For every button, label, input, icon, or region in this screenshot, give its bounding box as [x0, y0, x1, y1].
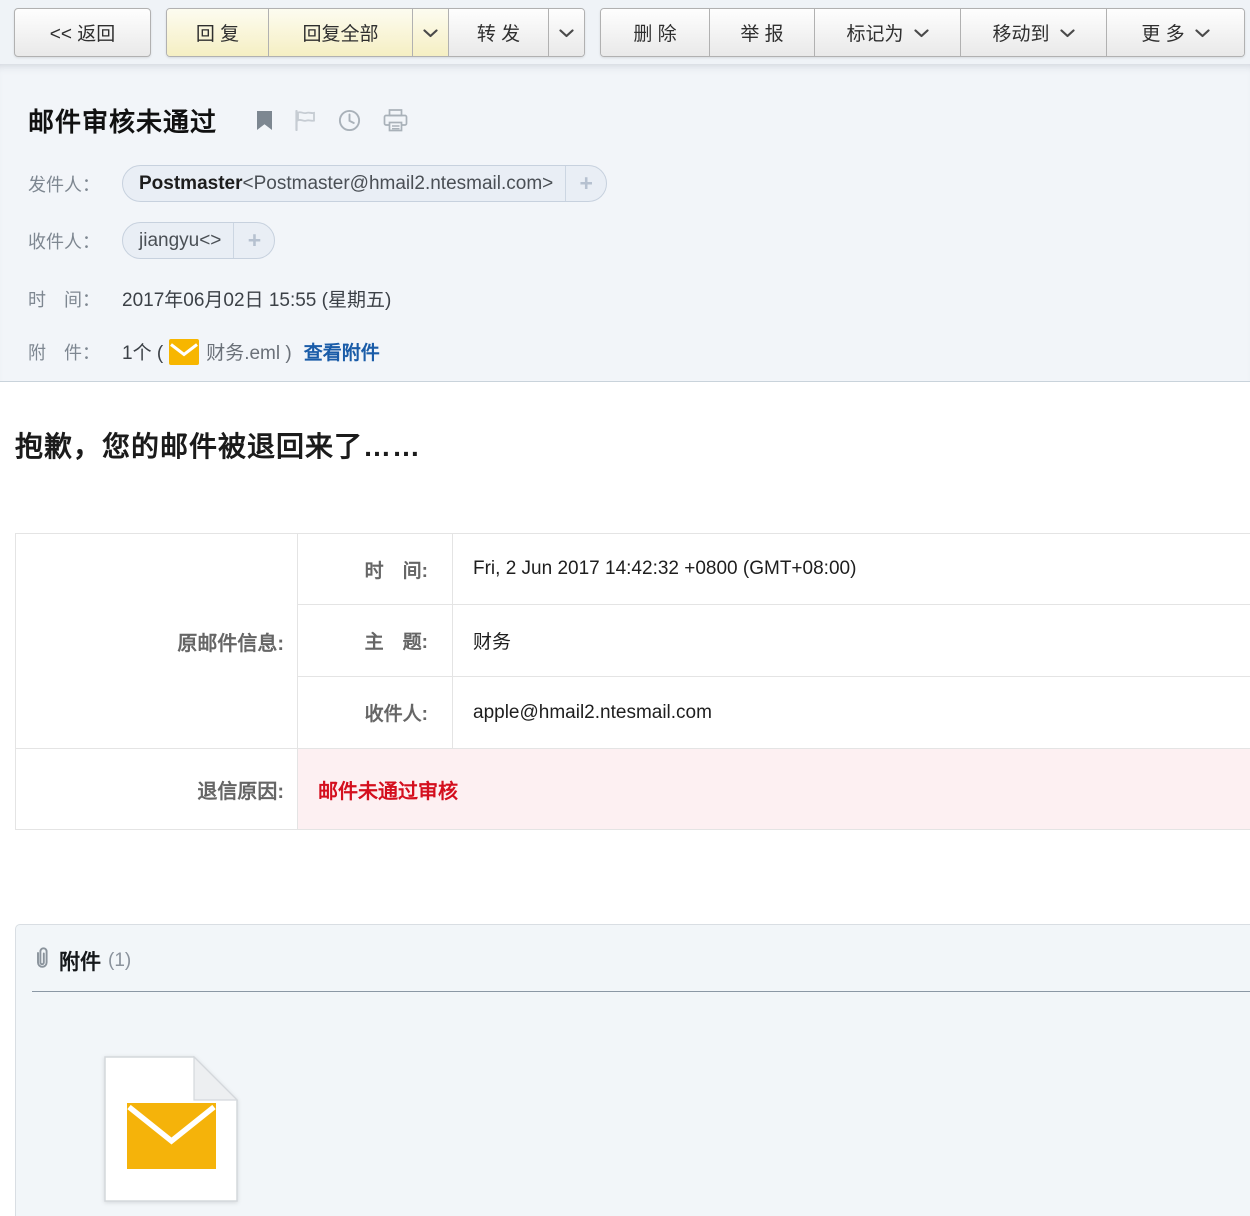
reply-all-button[interactable]: 回复全部 [268, 9, 412, 56]
from-contact-chip[interactable]: Postmaster <Postmaster@hmail2.ntesmail.c… [122, 165, 607, 202]
reply-forward-button-group: 回 复 回复全部 转 发 [166, 8, 585, 57]
reply-all-dropdown-button[interactable] [412, 9, 448, 56]
attachments-title: 附件 [59, 946, 101, 976]
table-row-value: Fri, 2 Jun 2017 14:42:32 +0800 (GMT+08:0… [453, 534, 1250, 605]
delete-button[interactable]: 删 除 [601, 9, 709, 56]
chevron-down-icon [1195, 22, 1210, 44]
table-row-label: 收件人: [298, 677, 453, 749]
original-mail-group-label: 原邮件信息: [16, 534, 298, 749]
bookmark-icon[interactable] [257, 111, 272, 130]
forward-button[interactable]: 转 发 [448, 9, 548, 56]
move-to-button[interactable]: 移动到 [960, 9, 1106, 56]
report-button[interactable]: 举 报 [709, 9, 814, 56]
table-row-label: 时 间: [298, 534, 453, 605]
mail-subject: 邮件审核未通过 [28, 102, 217, 139]
chevron-down-icon [914, 22, 929, 44]
attachment-file-card[interactable] [104, 1056, 238, 1207]
attachment-label: 附 件： [28, 339, 122, 365]
chevron-down-icon [423, 22, 438, 44]
mail-body: 抱歉，您的邮件被退回来了…… 原邮件信息: 时 间: Fri, 2 Jun 20… [0, 425, 1250, 1216]
to-label: 收件人： [28, 228, 122, 254]
attachments-count: (1) [108, 950, 131, 972]
add-contact-button[interactable]: + [234, 227, 274, 254]
table-row-value: 财务 [453, 605, 1250, 677]
add-contact-button[interactable]: + [566, 170, 606, 197]
mark-as-button[interactable]: 标记为 [814, 9, 960, 56]
chevron-down-icon [1060, 22, 1075, 44]
bounce-heading: 抱歉，您的邮件被退回来了…… [15, 425, 1250, 465]
time-value: 2017年06月02日 15:55 (星期五) [122, 285, 391, 312]
attachment-count-prefix: 1个 ( [122, 338, 163, 365]
back-button[interactable]: << 返回 [14, 8, 151, 57]
to-contact-chip[interactable]: jiangyu<> + [122, 222, 275, 259]
attachment-filename: 财务.eml ) [206, 338, 292, 365]
from-address: <Postmaster@hmail2.ntesmail.com> [243, 173, 554, 195]
move-to-label: 移动到 [992, 19, 1049, 46]
table-row-value: apple@hmail2.ntesmail.com [453, 677, 1250, 749]
clock-icon[interactable] [338, 109, 361, 132]
mail-toolbar: << 返回 回 复 回复全部 转 发 删 除 举 报 标记为 移动到 [0, 0, 1250, 64]
table-row-label: 主 题: [298, 605, 453, 677]
flag-icon[interactable] [294, 110, 316, 131]
eml-file-envelope-icon [104, 1189, 238, 1206]
forward-dropdown-button[interactable] [548, 9, 584, 56]
reply-button[interactable]: 回 复 [167, 9, 268, 56]
more-button[interactable]: 更 多 [1106, 9, 1244, 56]
view-attachment-link[interactable]: 查看附件 [304, 338, 380, 365]
original-mail-info-table: 原邮件信息: 时 间: Fri, 2 Jun 2017 14:42:32 +08… [15, 533, 1250, 830]
from-label: 发件人： [28, 171, 122, 197]
attachments-section: 附件 (1) [15, 924, 1250, 1216]
chevron-down-icon [559, 22, 574, 44]
time-label: 时 间： [28, 286, 122, 312]
attachments-divider [32, 991, 1250, 992]
mark-as-label: 标记为 [846, 19, 903, 46]
from-name: Postmaster [139, 173, 243, 195]
more-label: 更 多 [1141, 19, 1184, 46]
to-value: jiangyu<> [139, 230, 221, 252]
bounce-reason-value: 邮件未通过审核 [298, 749, 1250, 829]
envelope-icon [169, 339, 199, 365]
bounce-reason-label: 退信原因: [16, 749, 298, 829]
subject-action-icons [257, 109, 408, 132]
actions-button-group: 删 除 举 报 标记为 移动到 更 多 [600, 8, 1245, 57]
mail-header: 邮件审核未通过 [0, 64, 1250, 382]
paperclip-icon [33, 946, 51, 976]
printer-icon[interactable] [383, 109, 408, 132]
